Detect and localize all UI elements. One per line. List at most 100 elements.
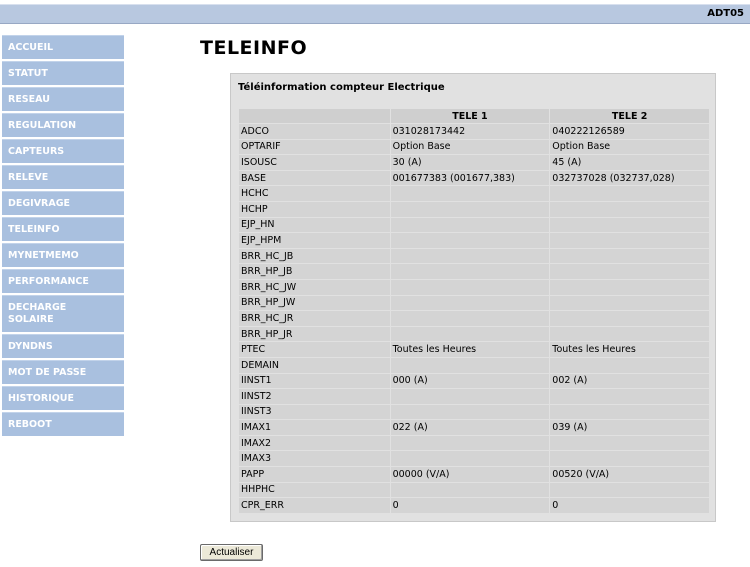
tele1-value: Option Base bbox=[390, 139, 550, 155]
tele1-value: 00000 (V/A) bbox=[390, 467, 550, 482]
tele1-value bbox=[390, 404, 550, 420]
table-row: EJP_HN bbox=[239, 217, 709, 233]
tele2-value: Toutes les Heures bbox=[550, 342, 709, 357]
sidebar-item-degivrage[interactable]: DEGIVRAGE bbox=[2, 191, 124, 215]
tele1-value bbox=[390, 435, 550, 451]
refresh-button[interactable]: Actualiser bbox=[200, 544, 263, 561]
table-row: PAPP 00000 (V/A) 00520 (V/A) bbox=[239, 467, 709, 482]
sidebar-item-capteurs[interactable]: CAPTEURS bbox=[2, 139, 124, 163]
row-label: EJP_HPM bbox=[239, 233, 390, 248]
table-row: OPTARIF Option Base Option Base bbox=[239, 139, 709, 155]
table-row: CPR_ERR 0 0 bbox=[239, 498, 709, 513]
tele2-value bbox=[550, 264, 709, 279]
tele1-value: 001677383 (001677,383) bbox=[390, 170, 550, 186]
row-label: IINST1 bbox=[239, 373, 390, 389]
row-label: ADCO bbox=[239, 124, 390, 139]
row-label: OPTARIF bbox=[239, 139, 390, 155]
row-label: CPR_ERR bbox=[239, 498, 390, 513]
row-label: IINST2 bbox=[239, 389, 390, 404]
row-label: BRR_HC_JR bbox=[239, 311, 390, 326]
tele1-value bbox=[390, 201, 550, 217]
row-label: BASE bbox=[239, 170, 390, 186]
tele1-value bbox=[390, 357, 550, 373]
sidebar-item-mot-de-passe[interactable]: MOT DE PASSE bbox=[2, 360, 124, 384]
tele2-value bbox=[550, 295, 709, 311]
sidebar-item-teleinfo[interactable]: TELEINFO bbox=[2, 217, 124, 241]
sidebar-item-accueil[interactable]: ACCUEIL bbox=[2, 35, 124, 59]
table-row: IMAX2 bbox=[239, 435, 709, 451]
teleinfo-panel: Téléinformation compteur Electrique TELE… bbox=[230, 73, 716, 522]
tele2-value bbox=[550, 311, 709, 326]
tele2-value bbox=[550, 248, 709, 264]
tele2-value bbox=[550, 435, 709, 451]
table-row: DEMAIN bbox=[239, 357, 709, 373]
table-body: ADCO 031028173442 040222126589 OPTARIF Optio… bbox=[239, 124, 709, 513]
table-row: HCHC bbox=[239, 186, 709, 201]
row-label: PAPP bbox=[239, 467, 390, 482]
sidebar-item-statut[interactable]: STATUT bbox=[2, 61, 124, 85]
table-row: IINST2 bbox=[239, 389, 709, 404]
sidebar-item-releve[interactable]: RELEVE bbox=[2, 165, 124, 189]
table-row: HCHP bbox=[239, 201, 709, 217]
row-label: PTEC bbox=[239, 342, 390, 357]
tele1-value bbox=[390, 248, 550, 264]
row-label: ISOUSC bbox=[239, 155, 390, 170]
table-row: HHPHC bbox=[239, 482, 709, 498]
row-label: BRR_HP_JR bbox=[239, 326, 390, 342]
table-row: BASE 001677383 (001677,383) 032737028 (032… bbox=[239, 170, 709, 186]
row-label: HCHC bbox=[239, 186, 390, 201]
tele2-value bbox=[550, 389, 709, 404]
tele1-value bbox=[390, 233, 550, 248]
sidebar-item-performance[interactable]: PERFORMANCE bbox=[2, 269, 124, 293]
tele1-value bbox=[390, 264, 550, 279]
sidebar-item-reseau[interactable]: RESEAU bbox=[2, 87, 124, 111]
sidebar-item-regulation[interactable]: REGULATION bbox=[2, 113, 124, 137]
row-label: IMAX2 bbox=[239, 435, 390, 451]
tele1-value: 031028173442 bbox=[390, 124, 550, 139]
sidebar-item-mynetmemo[interactable]: MYNETMEMO bbox=[2, 243, 124, 267]
column-header-label bbox=[239, 109, 390, 123]
panel-title: Téléinformation compteur Electrique bbox=[238, 82, 445, 93]
tele2-value bbox=[550, 357, 709, 373]
table-row: IINST3 bbox=[239, 404, 709, 420]
tele2-value: 032737028 (032737,028) bbox=[550, 170, 709, 186]
table-row: BRR_HC_JW bbox=[239, 279, 709, 295]
tele1-value bbox=[390, 482, 550, 498]
table-row: BRR_HP_JW bbox=[239, 295, 709, 311]
row-label: EJP_HN bbox=[239, 217, 390, 233]
tele2-value: 040222126589 bbox=[550, 124, 709, 139]
row-label: HHPHC bbox=[239, 482, 390, 498]
table-row: EJP_HPM bbox=[239, 233, 709, 248]
tele2-value bbox=[550, 233, 709, 248]
row-label: BRR_HP_JW bbox=[239, 295, 390, 311]
sidebar-item-dyndns[interactable]: DYNDNS bbox=[2, 334, 124, 358]
tele1-value bbox=[390, 389, 550, 404]
tele2-value: Option Base bbox=[550, 139, 709, 155]
row-label: IINST3 bbox=[239, 404, 390, 420]
tele1-value bbox=[390, 295, 550, 311]
sidebar-item-historique[interactable]: HISTORIQUE bbox=[2, 386, 124, 410]
tele2-value bbox=[550, 404, 709, 420]
sidebar-nav: ACCUEIL STATUT RESEAU REGULATION CAPTEUR… bbox=[2, 35, 124, 438]
tele2-value: 002 (A) bbox=[550, 373, 709, 389]
tele2-value: 45 (A) bbox=[550, 155, 709, 170]
tele1-value: 000 (A) bbox=[390, 373, 550, 389]
tele1-value: 022 (A) bbox=[390, 420, 550, 435]
row-label: HCHP bbox=[239, 201, 390, 217]
tele1-value: 0 bbox=[390, 498, 550, 513]
table-row: BRR_HP_JR bbox=[239, 326, 709, 342]
table-row: IMAX1 022 (A) 039 (A) bbox=[239, 420, 709, 435]
row-label: BRR_HC_JW bbox=[239, 279, 390, 295]
tele1-value bbox=[390, 186, 550, 201]
tele2-value bbox=[550, 186, 709, 201]
table-header-row: TELE 1 TELE 2 bbox=[239, 109, 709, 123]
row-label: IMAX1 bbox=[239, 420, 390, 435]
sidebar-item-reboot[interactable]: REBOOT bbox=[2, 412, 124, 436]
tele2-value bbox=[550, 451, 709, 467]
tele2-value bbox=[550, 279, 709, 295]
sidebar-item-decharge-solaire[interactable]: DECHARGE SOLAIRE bbox=[2, 295, 124, 332]
table-row: PTEC Toutes les Heures Toutes les Heures bbox=[239, 342, 709, 357]
top-bar: ADT05 bbox=[0, 4, 750, 24]
row-label: BRR_HP_JB bbox=[239, 264, 390, 279]
table-row: ADCO 031028173442 040222126589 bbox=[239, 124, 709, 139]
